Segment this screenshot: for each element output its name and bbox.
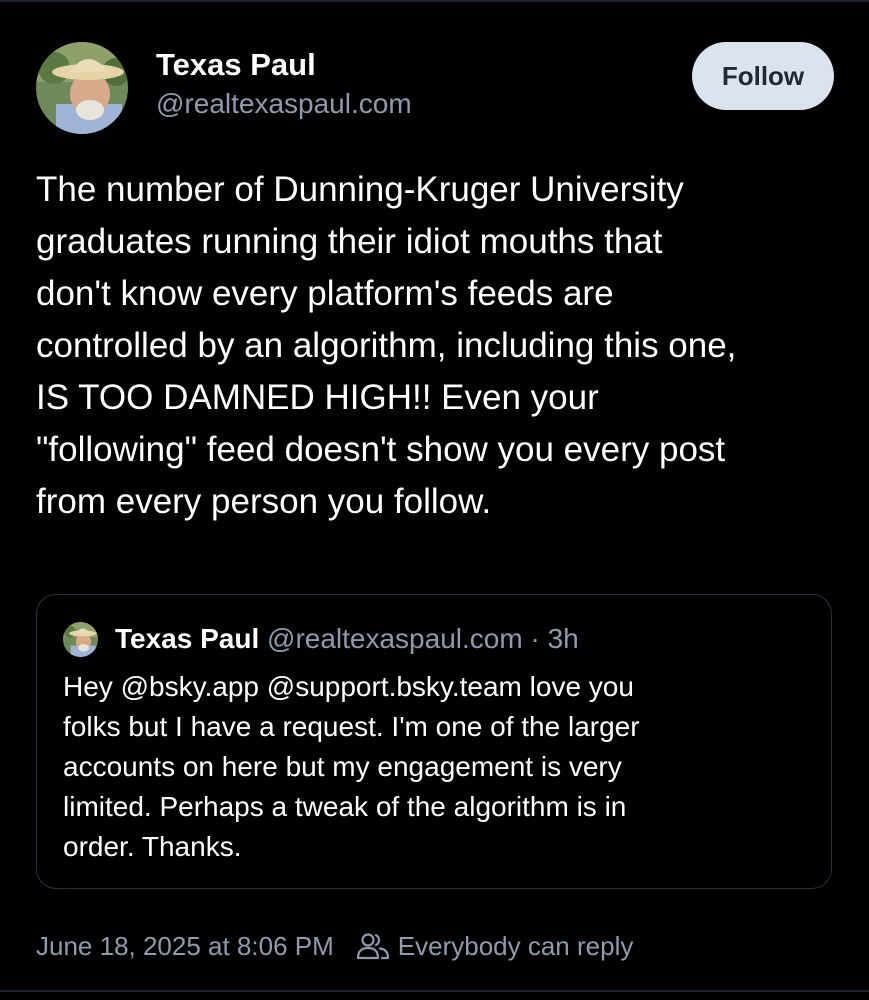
quoted-avatar-photo bbox=[63, 622, 98, 657]
people-icon bbox=[356, 933, 389, 960]
post-footer: June 18, 2025 at 8:06 PM Everybody can r… bbox=[36, 924, 633, 968]
top-divider bbox=[0, 0, 869, 2]
quoted-meta-separator: · bbox=[530, 623, 540, 654]
author-avatar[interactable] bbox=[36, 42, 128, 134]
post-timestamp: June 18, 2025 at 8:06 PM bbox=[36, 930, 334, 961]
author-handle[interactable]: @realtexaspaul.com bbox=[156, 84, 412, 124]
quoted-post-time: 3h bbox=[547, 623, 579, 654]
follow-button[interactable]: Follow bbox=[692, 42, 834, 110]
quoted-post-text: Hey @bsky.app @support.bsky.team love yo… bbox=[63, 671, 640, 862]
quoted-author-avatar bbox=[63, 622, 98, 657]
reply-setting[interactable]: Everybody can reply bbox=[356, 930, 634, 962]
post-header: Texas Paul @realtexaspaul.com Follow bbox=[36, 42, 836, 134]
quoted-post-meta: Texas Paul @realtexaspaul.com · 3h bbox=[115, 619, 579, 659]
post-text: The number of Dunning-Kruger University … bbox=[36, 170, 737, 521]
reply-setting-label: Everybody can reply bbox=[397, 930, 634, 961]
quoted-author-name: Texas Paul bbox=[115, 623, 260, 654]
quoted-post-card[interactable]: Texas Paul @realtexaspaul.com · 3h Hey @… bbox=[36, 594, 832, 889]
bottom-divider bbox=[0, 990, 869, 992]
author-display-name[interactable]: Texas Paul bbox=[156, 46, 412, 84]
author-info: Texas Paul @realtexaspaul.com bbox=[156, 46, 412, 124]
avatar-photo bbox=[36, 42, 128, 134]
quoted-author-handle: @realtexaspaul.com bbox=[267, 623, 523, 654]
